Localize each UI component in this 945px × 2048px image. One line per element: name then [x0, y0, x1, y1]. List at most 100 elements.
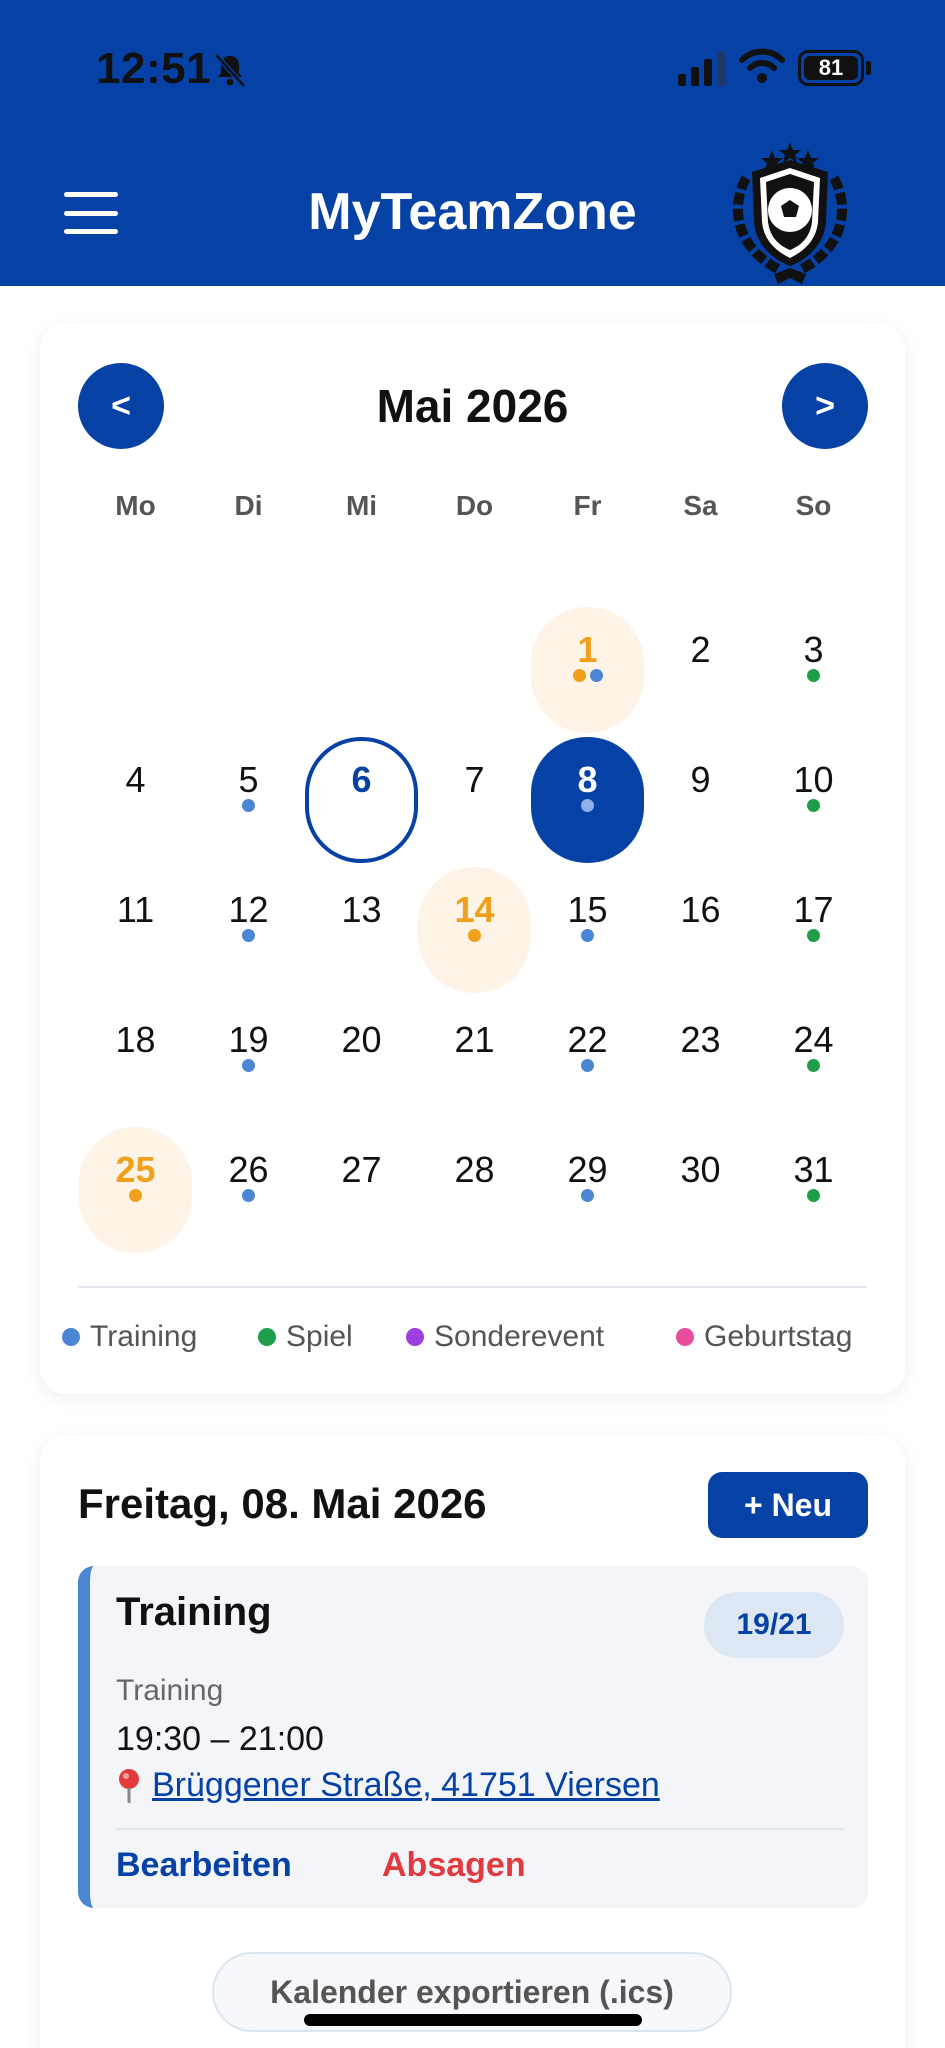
weekday-label: Di	[234, 490, 263, 521]
new-event-button[interactable]: + Neu	[708, 1472, 868, 1538]
calendar-day-1[interactable]: 1	[531, 607, 644, 733]
day-number: 17	[793, 889, 834, 930]
legend-dot	[676, 1328, 694, 1346]
day-number: 6	[351, 759, 372, 800]
event-dots	[192, 1189, 305, 1202]
calendar-day-3[interactable]: 3	[757, 607, 870, 733]
calendar-day-12[interactable]: 12	[192, 867, 305, 993]
calendar-day-10[interactable]: 10	[757, 737, 870, 863]
calendar-day-26[interactable]: 26	[192, 1127, 305, 1253]
legend-dot	[406, 1328, 424, 1346]
weekday-label: Mi	[345, 490, 378, 521]
calendar-day-14[interactable]: 14	[418, 867, 531, 993]
legend-label: Training	[90, 1320, 198, 1353]
calendar-day-5[interactable]: 5	[192, 737, 305, 863]
cellular-signal-icon	[678, 51, 725, 86]
event-dots	[192, 929, 305, 942]
calendar-day-21[interactable]: 21	[418, 997, 531, 1123]
day-number: 27	[341, 1149, 382, 1190]
day-number: 29	[567, 1149, 608, 1190]
calendar-day-22[interactable]: 22	[531, 997, 644, 1123]
event-dot-training	[242, 929, 255, 942]
wifi-icon	[739, 48, 785, 83]
day-number: 9	[690, 759, 711, 800]
calendar-day-29[interactable]: 29	[531, 1127, 644, 1253]
calendar-day-9[interactable]: 9	[644, 737, 757, 863]
weekday-label: Sa	[683, 490, 718, 521]
legend-label: Spiel	[286, 1320, 353, 1353]
calendar-day-7[interactable]: 7	[418, 737, 531, 863]
day-number: 10	[793, 759, 834, 800]
calendar-day-27[interactable]: 27	[305, 1127, 418, 1253]
event-dots	[531, 669, 644, 682]
battery-icon: 81	[798, 50, 864, 86]
day-number: 13	[341, 889, 382, 930]
event-location-text: Brüggener Straße, 41751 Viersen	[152, 1766, 660, 1804]
event-dots	[757, 929, 870, 942]
event-dot-spiel	[807, 929, 820, 942]
event-dot-training	[581, 929, 594, 942]
event-card[interactable]: Training 19/21 Training 19:30 – 21:00 Br…	[78, 1566, 868, 1908]
weekday-label: Fr	[573, 490, 602, 521]
day-number: 28	[454, 1149, 495, 1190]
day-number: 23	[680, 1019, 721, 1060]
event-dot-training	[242, 1189, 255, 1202]
calendar-day-17[interactable]: 17	[757, 867, 870, 993]
calendar-day-8[interactable]: 8	[531, 737, 644, 863]
day-number: 5	[238, 759, 259, 800]
calendar-day-4[interactable]: 4	[79, 737, 192, 863]
event-divider	[116, 1828, 844, 1830]
event-dots	[757, 799, 870, 812]
event-dots	[531, 1059, 644, 1072]
legend-label: Sonderevent	[434, 1320, 605, 1353]
day-number: 30	[680, 1149, 721, 1190]
calendar-day-20[interactable]: 20	[305, 997, 418, 1123]
calendar-day-6[interactable]: 6	[305, 737, 418, 863]
selected-date-title: Freitag, 08. Mai 2026	[78, 1480, 487, 1527]
calendar-day-23[interactable]: 23	[644, 997, 757, 1123]
calendar-day-19[interactable]: 19	[192, 997, 305, 1123]
legend-dot	[62, 1328, 80, 1346]
weekday-label: Mo	[115, 490, 156, 521]
calendar-day-18[interactable]: 18	[79, 997, 192, 1123]
calendar-day-13[interactable]: 13	[305, 867, 418, 993]
app-header: 12:51 81 MyTeamZone	[0, 0, 945, 286]
event-dot-spiel	[807, 1059, 820, 1072]
event-dot-orange	[468, 929, 481, 942]
day-number: 2	[690, 629, 711, 670]
edit-event-button[interactable]: Bearbeiten	[116, 1846, 292, 1885]
day-number: 22	[567, 1019, 608, 1060]
pin-icon	[119, 1768, 139, 1803]
legend-divider	[78, 1286, 867, 1288]
team-crest-logo	[732, 142, 848, 284]
calendar-day-15[interactable]: 15	[531, 867, 644, 993]
cancel-event-button[interactable]: Absagen	[382, 1846, 526, 1885]
calendar-day-16[interactable]: 16	[644, 867, 757, 993]
calendar-day-30[interactable]: 30	[644, 1127, 757, 1253]
calendar-day-25[interactable]: 25	[79, 1127, 192, 1253]
calendar-day-24[interactable]: 24	[757, 997, 870, 1123]
day-number: 4	[125, 759, 146, 800]
day-number: 8	[577, 759, 598, 800]
event-dot-orange	[129, 1189, 142, 1202]
day-number: 12	[228, 889, 269, 930]
day-number: 21	[454, 1019, 495, 1060]
day-number: 20	[341, 1019, 382, 1060]
day-number: 11	[116, 889, 155, 930]
calendar-day-11[interactable]: 11	[79, 867, 192, 993]
event-title: Training	[116, 1590, 272, 1634]
legend-item-training: Training	[62, 1320, 197, 1354]
event-time: 19:30 – 21:00	[116, 1720, 324, 1758]
event-location-link[interactable]: Brüggener Straße, 41751 Viersen	[116, 1766, 660, 1805]
event-dots	[418, 929, 531, 942]
day-number: 7	[464, 759, 485, 800]
weekday-label: So	[795, 490, 832, 521]
next-month-button[interactable]: >	[782, 363, 868, 449]
calendar-day-31[interactable]: 31	[757, 1127, 870, 1253]
calendar-day-28[interactable]: 28	[418, 1127, 531, 1253]
legend-item-spiel: Spiel	[258, 1320, 353, 1354]
event-dot-spiel	[807, 1189, 820, 1202]
event-type: Training	[116, 1674, 224, 1707]
calendar-day-2[interactable]: 2	[644, 607, 757, 733]
legend-dot	[258, 1328, 276, 1346]
